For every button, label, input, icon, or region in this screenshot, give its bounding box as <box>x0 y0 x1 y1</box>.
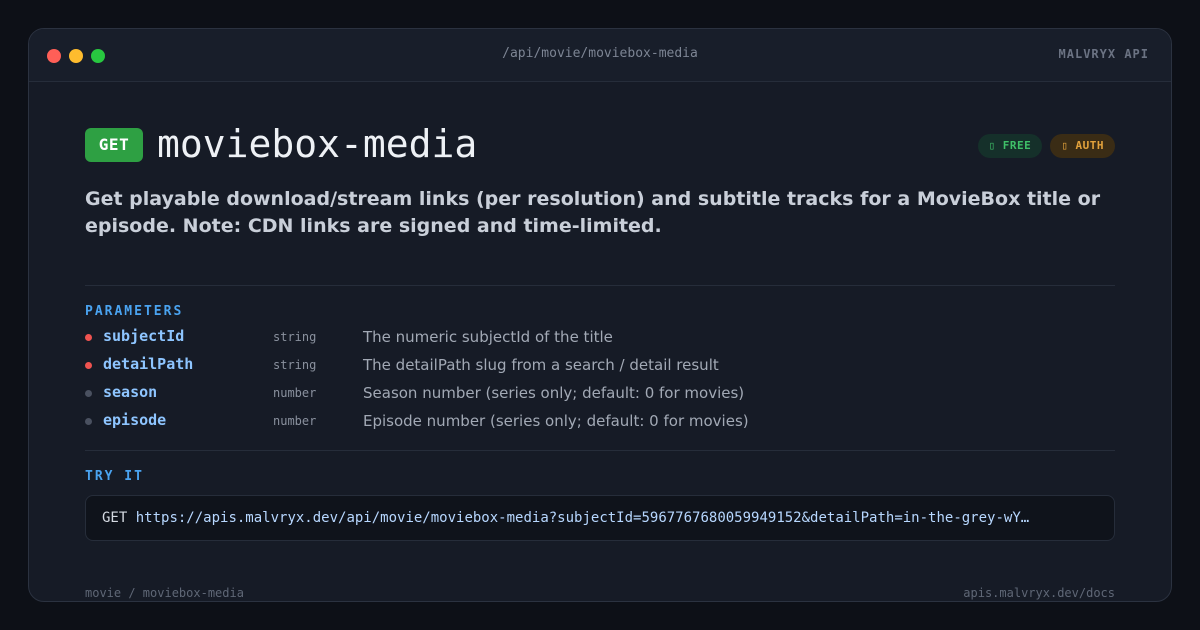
param-name: detailPath <box>103 355 194 373</box>
param-description: Season number (series only; default: 0 f… <box>363 384 745 402</box>
try-it-request-box[interactable]: GET https://apis.malvryx.dev/api/movie/m… <box>85 495 1115 541</box>
param-description: The numeric subjectId of the title <box>363 328 613 346</box>
request-verb: GET <box>102 510 128 526</box>
title-bar: /api/movie/moviebox-media MALVRYX API <box>29 29 1171 82</box>
endpoint-badges: ▯ FREE ▯ AUTH <box>977 134 1115 158</box>
param-row: season number Season number (series only… <box>85 381 1115 409</box>
auth-badge: ▯ AUTH <box>1050 134 1115 158</box>
free-badge: ▯ FREE <box>977 134 1043 158</box>
param-type: string <box>273 358 317 372</box>
endpoint-title: moviebox-media <box>157 122 478 166</box>
required-indicator-icon <box>85 362 92 369</box>
try-it-heading: TRY IT <box>85 469 144 484</box>
param-name: subjectId <box>103 327 185 345</box>
http-method-badge: GET <box>85 128 143 162</box>
optional-indicator-icon <box>85 390 92 397</box>
param-description: The detailPath slug from a search / deta… <box>363 356 719 374</box>
param-type: number <box>273 386 317 400</box>
param-type: number <box>273 414 317 428</box>
divider <box>85 285 1115 286</box>
optional-indicator-icon <box>85 418 92 425</box>
param-name: episode <box>103 411 167 429</box>
parameters-heading: PARAMETERS <box>85 304 184 319</box>
endpoint-header: GET moviebox-media ▯ FREE ▯ AUTH <box>85 122 1115 166</box>
param-row: subjectId string The numeric subjectId o… <box>85 325 1115 353</box>
param-row: episode number Episode number (series on… <box>85 409 1115 437</box>
param-description: Episode number (series only; default: 0 … <box>363 412 749 430</box>
window-path: /api/movie/moviebox-media <box>502 46 698 61</box>
request-url[interactable]: https://apis.malvryx.dev/api/movie/movie… <box>136 510 1029 526</box>
param-name: season <box>103 383 158 401</box>
required-indicator-icon <box>85 334 92 341</box>
brand-label: MALVRYX API <box>1058 47 1149 61</box>
param-row: detailPath string The detailPath slug fr… <box>85 353 1115 381</box>
docs-link[interactable]: apis.malvryx.dev/docs <box>963 586 1115 600</box>
param-type: string <box>273 330 317 344</box>
endpoint-description: Get playable download/stream links (per … <box>85 188 1101 237</box>
divider <box>85 450 1115 451</box>
api-doc-window: /api/movie/moviebox-media MALVRYX API GE… <box>28 28 1172 602</box>
footer-breadcrumb: movie / moviebox-media <box>85 586 244 600</box>
